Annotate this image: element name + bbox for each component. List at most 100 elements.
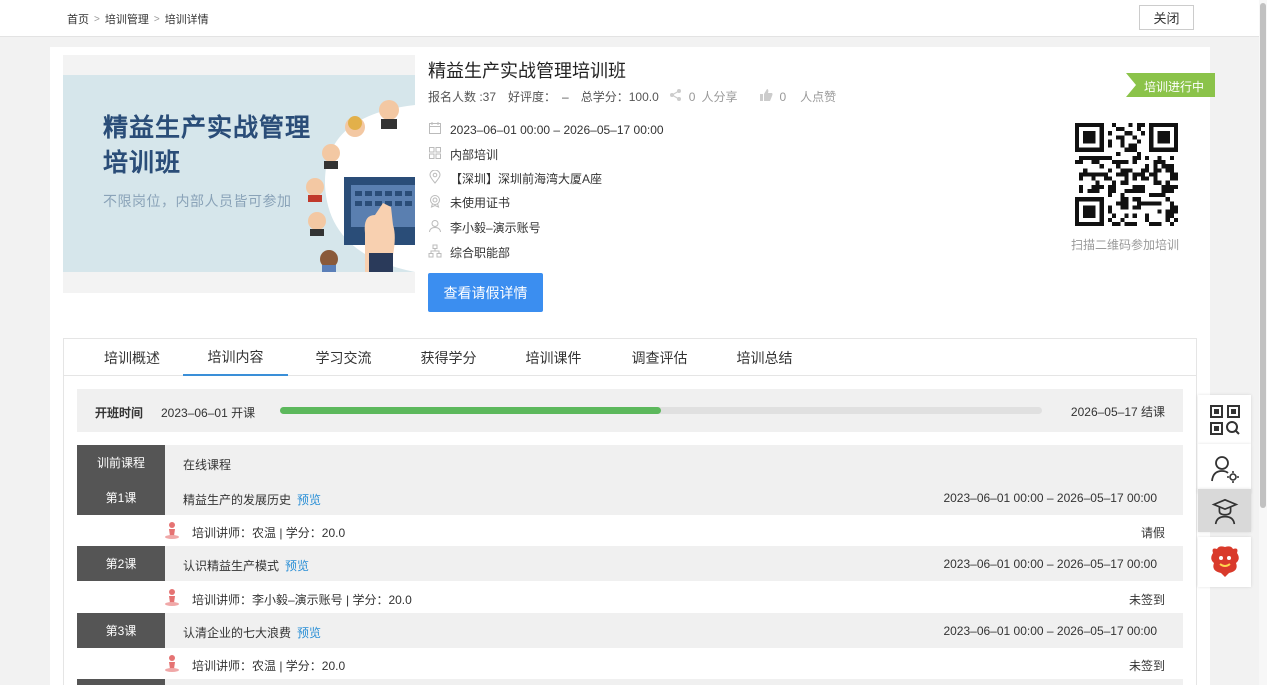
status-text: 培训进行中 (1144, 80, 1205, 94)
certificate-icon (428, 194, 442, 211)
location-icon (428, 169, 442, 187)
date-row: 2023–06–01 00:00 – 2026–05–17 00:00 (428, 121, 664, 138)
org-chart-icon (428, 244, 442, 261)
banner-title: 精益生产实战管理培训班 (103, 114, 312, 177)
course-stats: 报名人数 :37 好评度： – 总学分：100.0 0 人分享 0 人点赞 (428, 88, 836, 105)
tab-overview[interactable]: 培训概述 (84, 339, 180, 376)
top-bar: 首页 > 培训管理 > 培训详情 关闭 (0, 0, 1259, 37)
share-count: 0 (688, 89, 696, 104)
lesson-badge (77, 679, 165, 685)
tab-discussion[interactable]: 学习交流 (296, 339, 391, 376)
banner-image: 精益生产实战管理培训班 不限岗位，内部人员皆可参加 (63, 75, 415, 272)
lesson-title[interactable]: 认识精益生产模式 (183, 559, 279, 573)
scrollbar-thumb[interactable] (1260, 3, 1266, 508)
class-period: 开班时间 2023–06–01 开课 2026–05–17 结课 (77, 389, 1183, 432)
page-scrollbar[interactable] (1259, 0, 1267, 685)
progress-bar (280, 407, 1042, 414)
tab-survey[interactable]: 调查评估 (612, 339, 707, 376)
lesson-row: 第3课 认清企业的七大浪费 预览 2023–06–01 00:00 – 2026–… (77, 613, 1183, 648)
training-type: 内部培训 (450, 148, 499, 162)
tab-credits[interactable]: 获得学分 (401, 339, 496, 376)
pre-course-row: 训前课程 在线课程 (77, 445, 1183, 480)
teacher-row: 培训讲师：农温 | 学分：20.0 未签到 (77, 648, 1183, 679)
department-row: 综合职能部 (428, 244, 510, 261)
attendance-status: 请假 (1140, 526, 1165, 540)
certificate-row: 未使用证书 (428, 194, 510, 211)
lesson-name[interactable]: 认清企业的七大浪费 预览 (183, 624, 321, 641)
like-count: 0 (779, 89, 787, 104)
like-icon[interactable] (759, 88, 773, 105)
teacher-row: 培训讲师：李小毅–演示账号 | 学分：20.0 未签到 (77, 582, 1183, 613)
user-icon (428, 219, 442, 236)
breadcrumb-separator: > (94, 13, 100, 25)
lesson-title[interactable]: 认清企业的七大浪费 (183, 626, 291, 640)
pre-course-badge: 训前课程 (77, 445, 165, 480)
grid-icon (428, 146, 442, 163)
lesson-name[interactable]: 认识精益生产模式 预览 (183, 557, 309, 574)
department: 综合职能部 (450, 246, 511, 260)
rating-label: 好评度： (508, 90, 557, 104)
lesson-row: 第2课 认识精益生产模式 预览 2023–06–01 00:00 – 2026–0… (77, 546, 1183, 581)
pre-course-name[interactable]: 在线课程 (183, 456, 231, 473)
teacher-info: 培训讲师：农温 | 学分：20.0 (192, 526, 346, 540)
lesson-badge: 第1课 (77, 480, 165, 515)
breadcrumb-current: 培训详情 (164, 14, 209, 26)
tab-courseware[interactable]: 培训课件 (506, 339, 601, 376)
period-end: 2026–05–17 结课 (1070, 405, 1165, 419)
mascot-icon (1210, 546, 1239, 577)
date-range: 2023–06–01 00:00 – 2026–05–17 00:00 (450, 122, 664, 137)
course-banner: 精益生产实战管理培训班 不限岗位，内部人员皆可参加 (63, 55, 415, 293)
user-settings-icon (1210, 455, 1239, 483)
qr-code-icon (1075, 123, 1178, 226)
view-leave-details-button[interactable]: 查看请假详情 (428, 273, 543, 312)
preview-link[interactable]: 预览 (297, 626, 321, 640)
attendance-status: 未签到 (1128, 659, 1165, 673)
status-badge: 培训进行中 (1126, 73, 1215, 97)
graduate-icon (1211, 498, 1238, 524)
tab-content[interactable]: 培训内容 (183, 339, 288, 376)
tab-bar: 培训概述 培训内容 学习交流 获得学分 培训课件 调查评估 培训总结 (63, 338, 1197, 376)
teacher-info: 培训讲师：农温 | 学分：20.0 (192, 659, 346, 673)
lesson-time: 2023–06–01 00:00 – 2026–05–17 00:00 (943, 491, 1157, 505)
qr-caption: 扫描二维码参加培训 (1071, 238, 1180, 252)
scan-qr-float-button[interactable] (1198, 395, 1251, 444)
lesson-time: 2023–06–01 00:00 – 2026–05–17 00:00 (943, 624, 1157, 638)
share-label: 人分享 (701, 90, 738, 104)
graduate-float-button[interactable] (1198, 489, 1251, 532)
banner-subtitle: 不限岗位，内部人员皆可参加 (103, 193, 292, 209)
course-title: 精益生产实战管理培训班 (428, 61, 626, 81)
rating-value: – (562, 89, 569, 104)
preview-link[interactable]: 预览 (285, 559, 309, 573)
breadcrumb-home[interactable]: 首页 (67, 11, 89, 27)
qr-scan-icon (1209, 404, 1240, 435)
preview-link[interactable]: 预览 (297, 493, 321, 507)
teacher-icon (165, 522, 179, 539)
breadcrumb-separator: > (153, 13, 160, 25)
lesson-title[interactable]: 精益生产的发展历史 (183, 493, 291, 507)
tab-summary[interactable]: 培训总结 (717, 339, 812, 376)
share-icon[interactable] (669, 88, 683, 105)
enroll-count: 报名人数 :37 (428, 90, 497, 104)
lesson-row: 第1课 精益生产的发展历史 预览 2023–06–01 00:00 – 2026–… (77, 480, 1183, 515)
teacher-row: 培训讲师：农温 | 学分：20.0 请假 (77, 515, 1183, 546)
owner-name: 李小毅–演示账号 (450, 221, 541, 235)
progress-fill (280, 407, 661, 414)
close-button[interactable]: 关闭 (1139, 5, 1194, 30)
certificate-status: 未使用证书 (450, 196, 511, 210)
breadcrumb: 首页 > 培训管理 > 培训详情 (67, 11, 209, 27)
period-label: 开班时间 (95, 406, 144, 420)
mascot-float-button[interactable] (1198, 537, 1251, 587)
breadcrumb-training-mgmt[interactable]: 培训管理 (105, 11, 149, 27)
lesson-badge: 第3课 (77, 613, 165, 648)
user-settings-float-button[interactable] (1198, 444, 1251, 493)
teacher-icon (165, 655, 179, 672)
calendar-icon (428, 121, 442, 138)
teacher-icon (165, 589, 179, 606)
lesson-time: 2023–06–01 00:00 – 2026–05–17 00:00 (943, 557, 1157, 571)
location: 【深圳】深圳前海湾大厦A座 (450, 172, 603, 186)
period-start: 2023–06–01 开课 (161, 406, 256, 420)
lesson-name[interactable]: 精益生产的发展历史 预览 (183, 491, 321, 508)
owner-row: 李小毅–演示账号 (428, 219, 541, 236)
total-credit: 总学分：100.0 (580, 90, 659, 104)
type-row: 内部培训 (428, 146, 498, 163)
